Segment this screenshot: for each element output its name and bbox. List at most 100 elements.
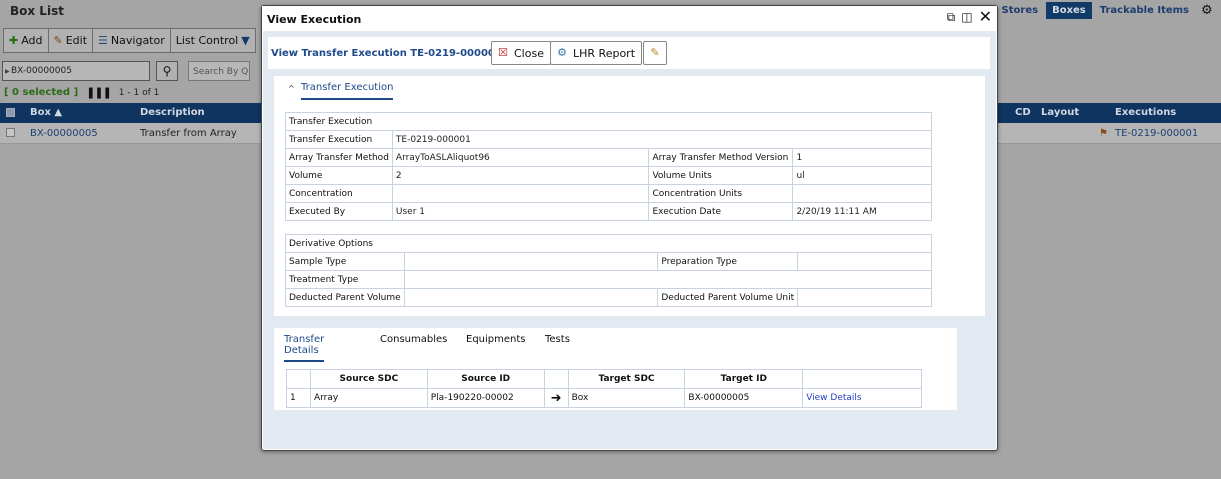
field-value: ArrayToASLAliquot96 xyxy=(391,148,650,167)
derivative-options-heading: Derivative Options xyxy=(285,234,932,253)
source-id: Pla-190220-00002 xyxy=(426,388,545,408)
col-arrow xyxy=(543,369,569,389)
nav-boxes[interactable]: Boxes xyxy=(1046,2,1092,19)
search-icon: ⚲ xyxy=(162,63,172,78)
field-label: Deducted Parent Volume Unit xyxy=(657,288,799,307)
row-number: 1 xyxy=(286,388,311,408)
add-label: Add xyxy=(21,34,43,47)
field-value xyxy=(403,270,933,289)
arrow-right-icon: ➜ xyxy=(543,388,569,408)
table-row: 1 Array Pla-190220-00002 ➜ Box BX-000000… xyxy=(286,388,922,408)
field-value: 2 xyxy=(391,166,650,185)
col-number xyxy=(286,369,311,389)
view-details-cell: View Details xyxy=(802,388,922,408)
box-search-value: BX-00000005 xyxy=(11,65,72,76)
add-button[interactable]: ✚ Add xyxy=(3,28,49,53)
col-source-id: Source ID xyxy=(426,369,545,389)
field-label: Treatment Type xyxy=(285,270,405,289)
close-button[interactable]: ☒ Close xyxy=(491,41,551,65)
search-button[interactable]: ⚲ xyxy=(156,60,178,81)
field-value: ul xyxy=(792,166,932,185)
field-label: Execution Date xyxy=(648,202,794,221)
close-label: Close xyxy=(514,46,544,60)
field-label: Concentration Units xyxy=(648,184,794,203)
field-value xyxy=(792,184,932,203)
view-details-link[interactable]: View Details xyxy=(806,393,861,403)
edit-button[interactable]: ✎ Edit xyxy=(47,28,94,53)
source-sdc: Array xyxy=(309,388,428,408)
toolbar: ✚ Add ✎ Edit ☰ Navigator List Control ▼ xyxy=(3,28,256,53)
field-value xyxy=(391,184,650,203)
field-value: User 1 xyxy=(391,202,650,221)
row-checkbox[interactable] xyxy=(6,128,15,137)
search-row: ▶ BX-00000005 ⚲ Search By Qu xyxy=(2,60,250,81)
edit-label: Edit xyxy=(65,34,88,47)
navigator-icon: ☰ xyxy=(98,34,108,47)
search-by-input[interactable]: Search By Qu xyxy=(188,60,250,81)
col-target-sdc: Target SDC xyxy=(567,369,686,389)
tab-transfer-details[interactable]: Transfer Details xyxy=(284,334,325,362)
col-target-id: Target ID xyxy=(684,369,804,389)
gear-icon[interactable]: ⚙ xyxy=(1201,3,1215,18)
caret-down-icon: ▼ xyxy=(241,34,250,47)
field-label: Sample Type xyxy=(285,252,405,271)
transfer-execution-heading: Transfer Execution xyxy=(285,112,932,131)
field-label: Transfer Execution xyxy=(285,130,393,149)
field-value xyxy=(403,288,659,307)
plus-icon: ✚ xyxy=(9,34,19,47)
navigator-label: Navigator xyxy=(110,34,165,47)
target-sdc: Box xyxy=(567,388,686,408)
tab-transfer-execution[interactable]: Transfer Execution xyxy=(301,82,394,100)
dialog-body: View Transfer Execution TE-0219-000001 D… xyxy=(263,31,996,449)
box-link[interactable]: BX-00000005 xyxy=(30,128,98,139)
field-label: Deducted Parent Volume xyxy=(285,288,405,307)
transfer-execution-table: Transfer Execution Transfer Execution TE… xyxy=(285,112,933,221)
field-value xyxy=(403,252,659,271)
dialog-header: View Transfer Execution TE-0219-000001 D… xyxy=(268,37,990,69)
select-all-checkbox[interactable] xyxy=(6,108,15,117)
page-range: 1 - 1 of 1 xyxy=(118,87,160,98)
barcode-icon[interactable]: ❚❚❚ xyxy=(86,86,112,99)
col-layout[interactable]: Layout xyxy=(1041,107,1079,118)
col-box[interactable]: Box ▲ xyxy=(30,107,62,118)
lhr-report-button[interactable]: ⚙ LHR Report xyxy=(550,41,643,65)
col-description[interactable]: Description xyxy=(140,107,205,118)
col-executions[interactable]: Executions xyxy=(1115,107,1176,118)
nav-trackable-items[interactable]: Trackable Items xyxy=(1094,2,1195,19)
field-label: Array Transfer Method Version xyxy=(648,148,794,167)
field-value: 2/20/19 11:11 AM xyxy=(792,202,932,221)
field-label: Array Transfer Method xyxy=(285,148,393,167)
selected-count: [ 0 selected ] xyxy=(4,87,79,98)
close-icon[interactable]: ✕ xyxy=(979,9,992,25)
transfer-execution-panel: ^ Transfer Execution Transfer Execution … xyxy=(274,76,985,316)
col-source-sdc: Source SDC xyxy=(309,369,428,389)
collapse-caret-icon[interactable]: ^ xyxy=(288,84,295,93)
list-control-button[interactable]: List Control ▼ xyxy=(169,28,256,53)
field-value xyxy=(797,252,932,271)
navigator-button[interactable]: ☰ Navigator xyxy=(92,28,171,53)
tab-tests[interactable]: Tests xyxy=(545,334,570,349)
execution-icon: ⚑ xyxy=(1099,128,1108,139)
field-label: Concentration xyxy=(285,184,393,203)
restore-icon[interactable]: ⧉ xyxy=(947,9,956,25)
col-cd[interactable]: CD xyxy=(1015,107,1031,118)
list-control-label: List Control xyxy=(175,34,239,47)
report-icon: ⚙ xyxy=(557,46,567,59)
close-doc-icon: ☒ xyxy=(498,46,508,59)
field-label: Executed By xyxy=(285,202,393,221)
tab-equipments[interactable]: Equipments xyxy=(466,334,526,349)
col-action xyxy=(802,369,922,389)
maximize-icon[interactable]: ◫ xyxy=(961,9,972,25)
dialog-controls: ⧉ ◫ ✕ xyxy=(947,9,992,25)
lhr-report-label: LHR Report xyxy=(573,46,636,60)
note-icon: ✎ xyxy=(650,46,660,59)
box-search-input[interactable]: ▶ BX-00000005 xyxy=(2,60,150,81)
field-value: 1 xyxy=(792,148,932,167)
selection-row: [ 0 selected ] ❚❚❚ 1 - 1 of 1 xyxy=(4,86,159,99)
page-title: Box List xyxy=(10,4,64,18)
edit-icon: ✎ xyxy=(53,34,63,47)
tab-consumables[interactable]: Consumables xyxy=(380,334,447,349)
derivative-options-table: Derivative Options Sample Type Preparati… xyxy=(285,234,933,307)
execution-link[interactable]: TE-0219-000001 xyxy=(1115,128,1198,139)
note-button[interactable]: ✎ xyxy=(643,41,667,65)
